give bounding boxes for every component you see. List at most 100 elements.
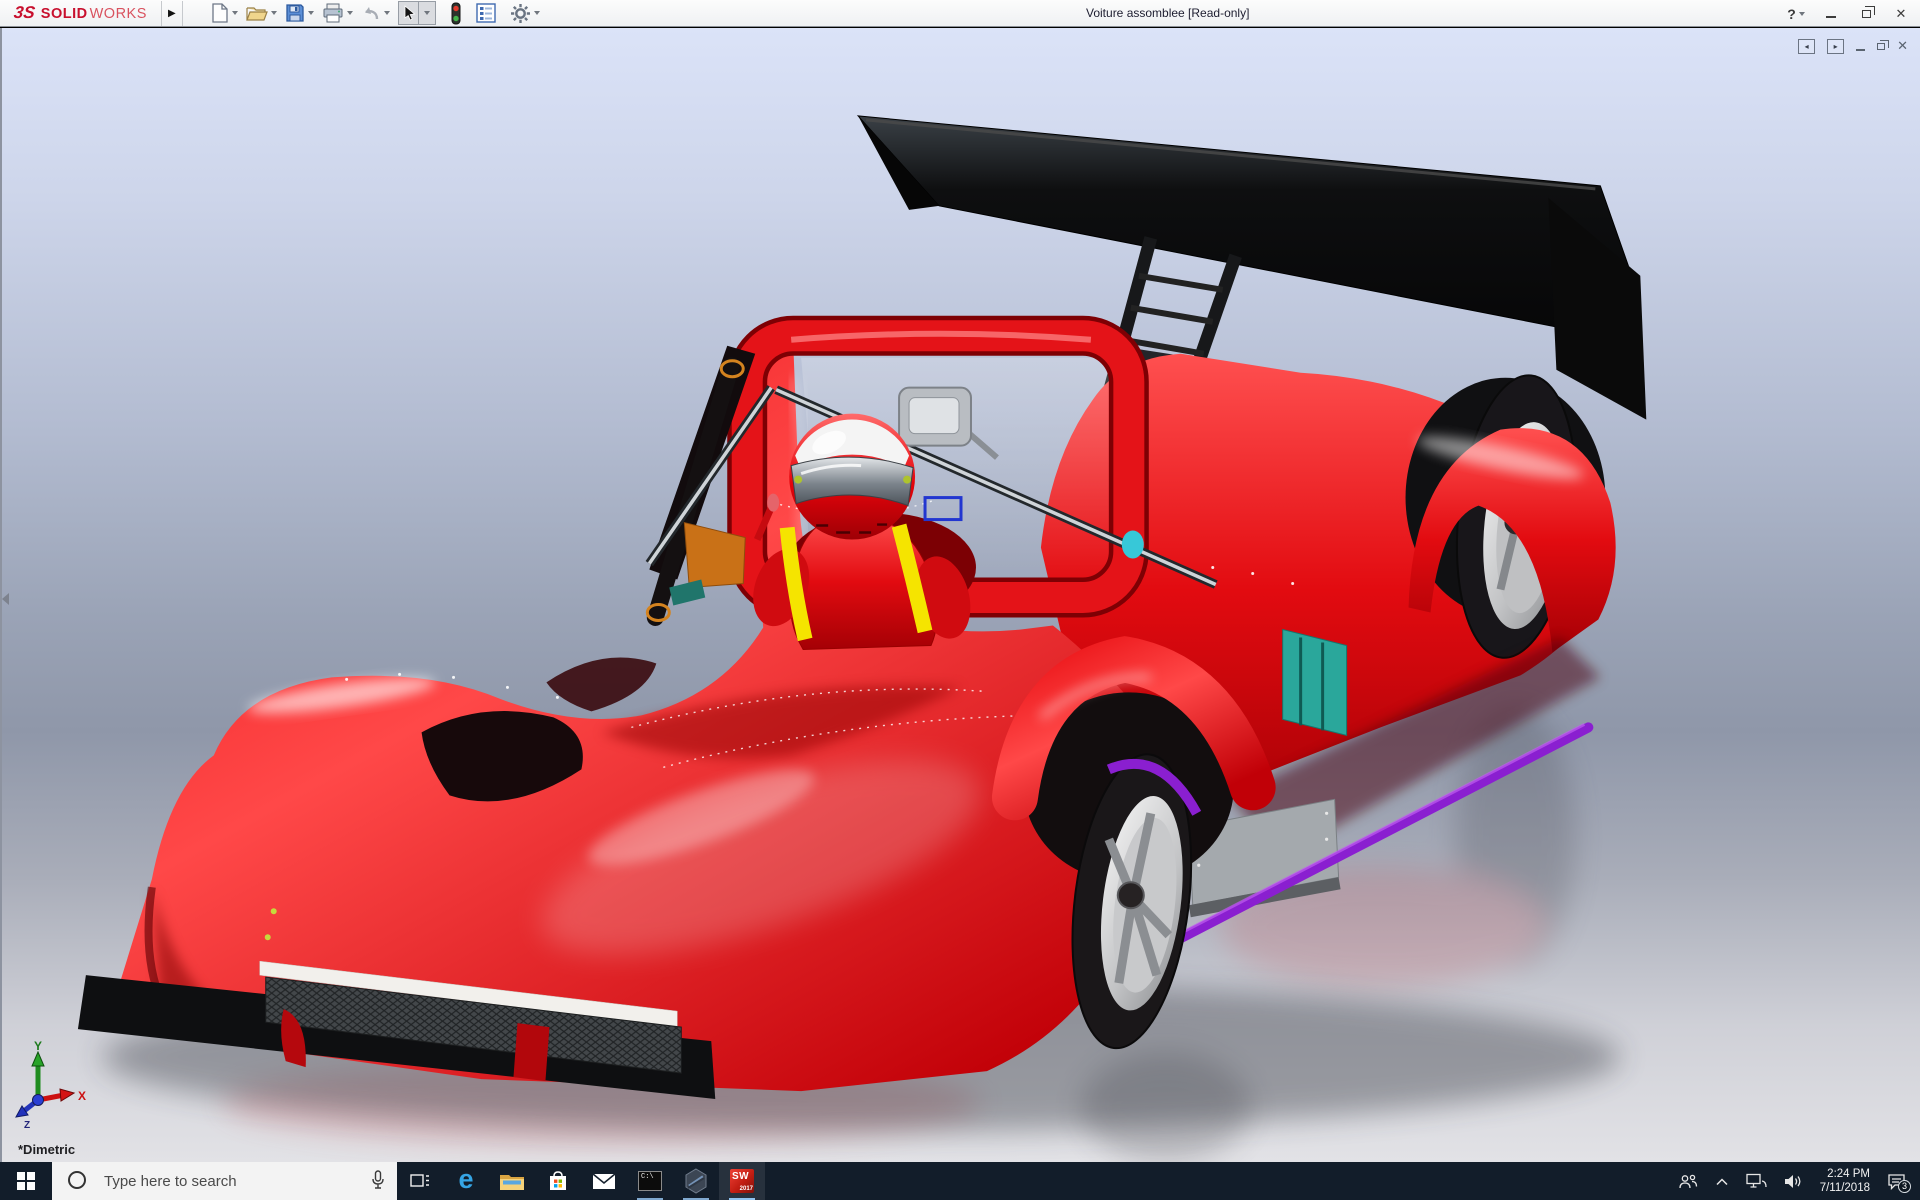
- taskbar-clock[interactable]: 2:24 PM 7/11/2018: [1820, 1167, 1870, 1195]
- mdi-minimize-button[interactable]: [1856, 42, 1865, 51]
- triad-x-label: X: [78, 1089, 86, 1103]
- tray-overflow-button[interactable]: [1715, 1177, 1729, 1186]
- help-dropdown-caret-icon[interactable]: [1799, 12, 1805, 16]
- window-controls: ? ✕: [1783, 0, 1914, 27]
- mail-icon: [592, 1173, 616, 1190]
- triad-z-label: Z: [24, 1120, 30, 1130]
- select-tool-button[interactable]: [396, 1, 438, 26]
- clock-time: 2:24 PM: [1820, 1167, 1870, 1181]
- volume-button[interactable]: [1784, 1174, 1803, 1189]
- options-button[interactable]: [508, 1, 542, 26]
- dropdown-caret-icon[interactable]: [384, 11, 390, 15]
- notification-badge: 3: [1898, 1180, 1911, 1193]
- network-button[interactable]: [1746, 1173, 1767, 1189]
- print-icon: [322, 3, 344, 23]
- action-center-button[interactable]: 3: [1887, 1173, 1906, 1190]
- system-tray: 2:24 PM 7/11/2018 3: [1678, 1162, 1920, 1200]
- window-title: Voiture assomblee [Read-only]: [1086, 6, 1249, 20]
- save-floppy-icon: [285, 3, 305, 23]
- windows-taskbar: e C:\: [0, 1162, 1920, 1200]
- view-orientation-label: *Dimetric: [18, 1142, 75, 1157]
- start-button[interactable]: [0, 1162, 52, 1200]
- teal-side-intake: [1283, 629, 1347, 735]
- taskbar-app-command-prompt[interactable]: C:\: [627, 1162, 673, 1200]
- dropdown-caret-icon[interactable]: [308, 11, 314, 15]
- select-pressed-box[interactable]: [398, 1, 436, 25]
- menu-flyout-button[interactable]: ▶: [161, 1, 183, 26]
- taskbar-app-edrawings[interactable]: [673, 1162, 719, 1200]
- rebuild-stoplight-icon: [450, 2, 462, 25]
- edge-icon: e: [458, 1166, 473, 1193]
- close-icon: ✕: [1896, 6, 1907, 22]
- save-button[interactable]: [283, 1, 316, 26]
- brand-works: WORKS: [90, 6, 147, 22]
- microphone-icon[interactable]: [371, 1170, 385, 1190]
- search-input[interactable]: [52, 1162, 397, 1200]
- helmet: [789, 414, 915, 540]
- orientation-triad: Y X Z: [8, 1038, 92, 1130]
- brand-solid: SOLID: [41, 6, 88, 22]
- chevron-up-icon: [1715, 1177, 1729, 1186]
- titlebar: 3S SOLID WORKS ▶: [0, 0, 1920, 27]
- close-icon: ✕: [1897, 38, 1908, 53]
- taskbar-app-file-explorer[interactable]: [489, 1162, 535, 1200]
- edrawings-hexagon-icon: [683, 1168, 709, 1194]
- task-view-icon: [410, 1172, 430, 1190]
- people-button[interactable]: [1678, 1174, 1698, 1189]
- dropdown-caret-icon[interactable]: [347, 11, 353, 15]
- new-document-icon: [211, 3, 229, 23]
- taskbar-app-store[interactable]: [535, 1162, 581, 1200]
- taskbar-app-solidworks[interactable]: SW 2017: [719, 1162, 765, 1200]
- taskbar-search[interactable]: [52, 1162, 397, 1200]
- store-icon: [547, 1170, 569, 1192]
- clock-date: 7/11/2018: [1820, 1181, 1870, 1195]
- graphics-viewport[interactable]: ◂ ▸ ✕ Y X Z *Dimetric: [0, 28, 1920, 1162]
- print-button[interactable]: [320, 1, 355, 26]
- open-folder-icon: [246, 4, 268, 22]
- open-button[interactable]: [244, 1, 279, 26]
- dropdown-caret-icon[interactable]: [232, 11, 238, 15]
- select-dropdown[interactable]: [418, 2, 432, 24]
- cyan-detail: [1122, 531, 1144, 559]
- restore-icon: [1862, 10, 1871, 18]
- cursor-arrow-icon: [402, 5, 416, 21]
- right-arrow-icon: ▸: [1834, 42, 1838, 51]
- file-properties-button[interactable]: [474, 1, 498, 26]
- quick-access-toolbar: [209, 1, 542, 26]
- restore-icon: [1877, 43, 1885, 50]
- previous-pane-button[interactable]: ◂: [1798, 39, 1815, 54]
- undo-button[interactable]: [359, 1, 392, 26]
- gear-icon: [510, 3, 531, 24]
- people-icon: [1678, 1174, 1698, 1189]
- windows-logo-icon: [17, 1172, 35, 1190]
- task-view-button[interactable]: [397, 1162, 443, 1200]
- minimize-icon: [1856, 49, 1865, 51]
- network-icon: [1746, 1173, 1767, 1189]
- undo-arrow-icon: [361, 4, 381, 22]
- rebuild-button[interactable]: [448, 1, 464, 26]
- command-prompt-icon: C:\: [638, 1171, 662, 1191]
- mdi-close-button[interactable]: ✕: [1897, 37, 1908, 55]
- taskbar-app-mail[interactable]: [581, 1162, 627, 1200]
- taskbar-app-edge[interactable]: e: [443, 1162, 489, 1200]
- next-pane-button[interactable]: ▸: [1827, 39, 1844, 54]
- 3d-model-car[interactable]: [2, 28, 1920, 1162]
- minimize-button[interactable]: [1818, 0, 1844, 27]
- dropdown-caret-icon[interactable]: [271, 11, 277, 15]
- cortana-ring-icon: [68, 1171, 86, 1189]
- featuremanager-collapse-arrow[interactable]: [2, 593, 9, 605]
- restore-button[interactable]: [1853, 0, 1879, 27]
- dassault-3ds-logo-icon: 3S: [13, 3, 37, 23]
- solidworks-2017-icon: SW 2017: [730, 1169, 754, 1193]
- file-explorer-icon: [499, 1171, 525, 1192]
- left-arrow-icon: ◂: [1805, 42, 1809, 51]
- help-button[interactable]: ?: [1783, 0, 1809, 27]
- close-button[interactable]: ✕: [1888, 0, 1914, 27]
- speaker-icon: [1784, 1174, 1803, 1189]
- dropdown-caret-icon[interactable]: [534, 11, 540, 15]
- flyout-arrow-icon: ▶: [168, 8, 176, 19]
- minimize-icon: [1826, 16, 1836, 18]
- new-document-button[interactable]: [209, 1, 240, 26]
- solidworks-logo: 3S SOLID WORKS: [0, 3, 147, 23]
- mdi-restore-button[interactable]: [1877, 43, 1885, 50]
